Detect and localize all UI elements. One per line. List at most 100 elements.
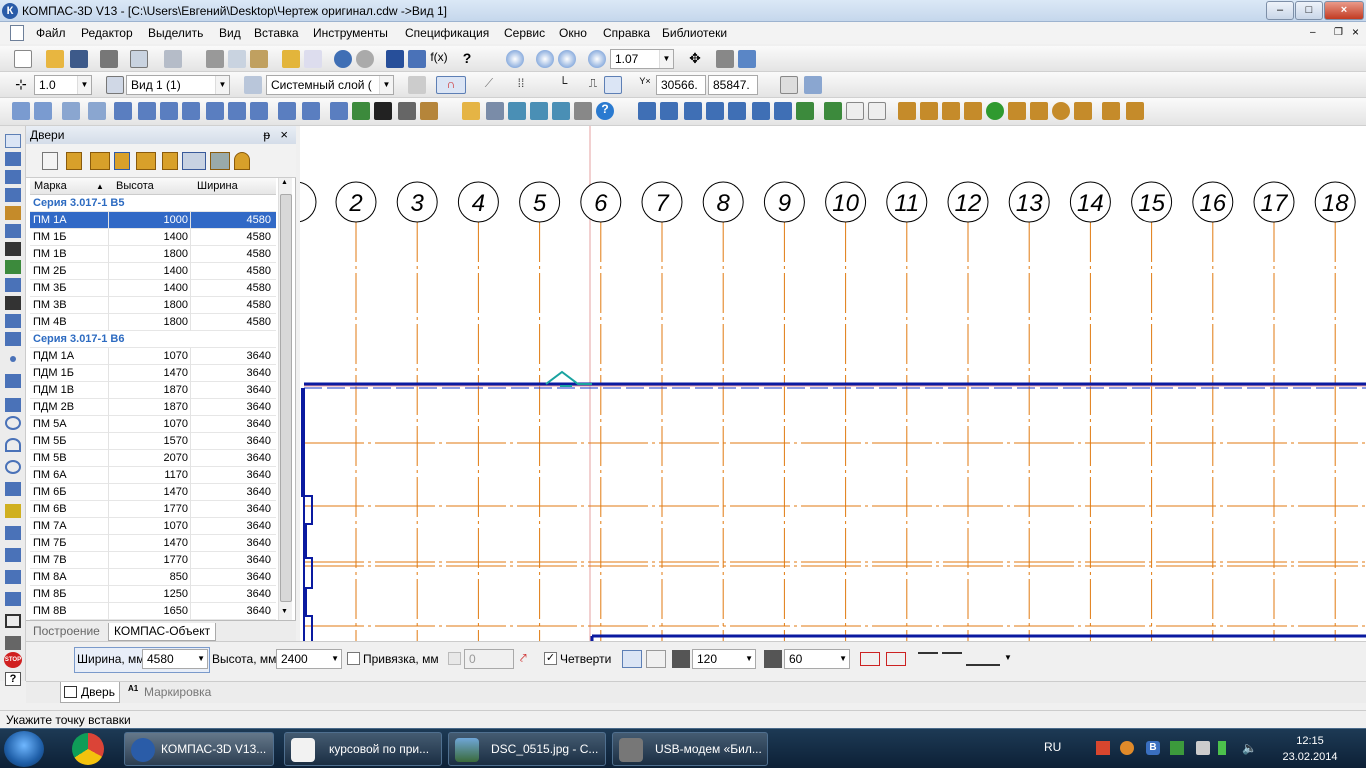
- table-row[interactable]: ПМ 2Б 1400 4580: [30, 263, 276, 280]
- chrome-icon[interactable]: [72, 733, 104, 765]
- door-arch-icon[interactable]: [234, 152, 250, 170]
- table-row[interactable]: ПМ 4В 1800 4580: [30, 314, 276, 331]
- tray-app-2-icon[interactable]: [1120, 741, 1134, 755]
- geometry-icon[interactable]: [12, 102, 30, 120]
- layer-props-icon[interactable]: [408, 76, 426, 94]
- reports-icon[interactable]: [206, 102, 224, 120]
- clock[interactable]: 12:15 23.02.2014: [1270, 733, 1350, 765]
- grid-icon[interactable]: ⁞⁞: [512, 76, 530, 94]
- tool-view-icon[interactable]: [5, 332, 21, 346]
- pick-icon[interactable]: ⤤: [520, 651, 536, 667]
- params-icon[interactable]: [114, 102, 132, 120]
- document-icon[interactable]: [10, 25, 24, 41]
- layer-combo[interactable]: Системный слой (▼: [266, 75, 394, 95]
- taskbar-item-image[interactable]: DSC_0515.jpg - С...: [448, 732, 606, 766]
- table-row[interactable]: ПМ 5А 1070 3640: [30, 416, 276, 433]
- hatch-icon[interactable]: [330, 102, 348, 120]
- menu-help[interactable]: Справка: [603, 26, 650, 40]
- chevron-down-icon[interactable]: ▼: [215, 76, 229, 94]
- tool-contour-icon[interactable]: [5, 592, 21, 606]
- shrub-icon[interactable]: [1052, 102, 1070, 120]
- select-icon[interactable]: [160, 102, 178, 120]
- lib-tool-2-icon[interactable]: [530, 102, 548, 120]
- arch-tool-3-icon[interactable]: [868, 102, 886, 120]
- table-row[interactable]: ПМ 5В 2070 3640: [30, 450, 276, 467]
- door-sliding-icon[interactable]: [162, 152, 178, 170]
- tool-ellipse-icon[interactable]: [5, 460, 21, 474]
- tray-vk-icon[interactable]: B: [1146, 741, 1160, 755]
- swing-icon[interactable]: [966, 652, 1000, 666]
- tool-hatch-icon[interactable]: [5, 636, 21, 650]
- table-row[interactable]: ПМ 7В 1770 3640: [30, 552, 276, 569]
- width-input[interactable]: 4580 ▼: [142, 649, 208, 669]
- arch-icon[interactable]: [420, 102, 438, 120]
- menu-select[interactable]: Выделить: [148, 26, 203, 40]
- tray-volume-icon[interactable]: 🔈: [1242, 741, 1257, 755]
- open-file-icon[interactable]: [46, 50, 64, 68]
- preview-icon[interactable]: [130, 50, 148, 68]
- zoom-combo[interactable]: 1.07 ▼: [610, 49, 674, 69]
- table-row[interactable]: ПМ 3Б 1400 4580: [30, 280, 276, 297]
- menu-libraries[interactable]: Библиотеки: [662, 26, 727, 40]
- doc-minimize-button[interactable]: –: [1310, 27, 1316, 38]
- menu-file[interactable]: Файл: [36, 26, 66, 40]
- table-row[interactable]: ПМ 6В 1770 3640: [30, 501, 276, 518]
- tool-point-icon[interactable]: [10, 356, 16, 362]
- chevron-down-icon[interactable]: ▼: [379, 76, 393, 94]
- edit-icon[interactable]: [88, 102, 106, 120]
- layout-icon[interactable]: [164, 50, 182, 68]
- door-single-icon[interactable]: [66, 152, 82, 170]
- fill-icon[interactable]: [374, 102, 392, 120]
- bench-icon[interactable]: [1126, 102, 1144, 120]
- person-icon[interactable]: [1008, 102, 1026, 120]
- tool-symbol-icon[interactable]: [5, 170, 21, 184]
- tool-polyline-icon[interactable]: [5, 504, 21, 518]
- menu-insert[interactable]: Вставка: [254, 26, 299, 40]
- tray-battery-icon[interactable]: [1218, 741, 1226, 755]
- table-row[interactable]: ПМ 8В 1650 3640: [30, 603, 276, 620]
- quarter-type-2-icon[interactable]: [646, 650, 666, 668]
- paste-icon[interactable]: [250, 50, 268, 68]
- table-scrollbar[interactable]: ▲ ▼: [278, 178, 292, 620]
- page-icon[interactable]: [780, 76, 798, 94]
- arch-tool-1-icon[interactable]: [824, 102, 842, 120]
- spec-icon[interactable]: [182, 102, 200, 120]
- measure-icon[interactable]: [138, 102, 156, 120]
- zoom-scale-icon[interactable]: [588, 50, 606, 68]
- opening-left-icon[interactable]: [860, 652, 880, 666]
- door-garage-icon[interactable]: [210, 152, 230, 170]
- tray-flag-icon[interactable]: [1196, 741, 1210, 755]
- designations-icon[interactable]: [62, 102, 80, 120]
- tool-fillet-icon[interactable]: [5, 570, 21, 584]
- tray-nvidia-icon[interactable]: [1170, 741, 1184, 755]
- door-list-icon[interactable]: [42, 152, 58, 170]
- function-icon[interactable]: f(x): [430, 50, 448, 68]
- area-icon[interactable]: [796, 102, 814, 120]
- decor-icon[interactable]: [1074, 102, 1092, 120]
- door-double-icon[interactable]: [136, 152, 156, 170]
- column-arch-icon[interactable]: [706, 102, 724, 120]
- fragment-icon[interactable]: [250, 102, 268, 120]
- tool-insert-icon[interactable]: [5, 296, 21, 310]
- tool-aux-line-icon[interactable]: [5, 374, 21, 388]
- table-row[interactable]: ПМ 1В 1800 4580: [30, 246, 276, 263]
- taskbar-item-kompas[interactable]: КОМПАС-3D V13...: [124, 732, 274, 766]
- round-icon[interactable]: [604, 76, 622, 94]
- help-pointer-icon[interactable]: ?: [458, 50, 476, 68]
- ortho-icon[interactable]: ⟋: [480, 76, 498, 94]
- column-icon[interactable]: [398, 102, 416, 120]
- furniture-2-icon[interactable]: [920, 102, 938, 120]
- new-file-icon[interactable]: [14, 50, 32, 68]
- tool-circle-icon[interactable]: [5, 416, 21, 430]
- chevron-down-icon[interactable]: ▼: [839, 650, 847, 668]
- minimize-button[interactable]: –: [1266, 1, 1294, 20]
- stop-icon[interactable]: STOP: [4, 652, 22, 668]
- view-combo[interactable]: Вид 1 (1) ▼: [126, 75, 230, 95]
- door-icon[interactable]: [684, 102, 702, 120]
- tool-rect-icon[interactable]: [5, 614, 21, 628]
- tool-edit-icon[interactable]: [5, 188, 21, 202]
- dimensions-icon[interactable]: [34, 102, 52, 120]
- door-glazed-icon[interactable]: [114, 152, 130, 170]
- opening-icon[interactable]: [752, 102, 770, 120]
- door-single-wide-icon[interactable]: [90, 152, 110, 170]
